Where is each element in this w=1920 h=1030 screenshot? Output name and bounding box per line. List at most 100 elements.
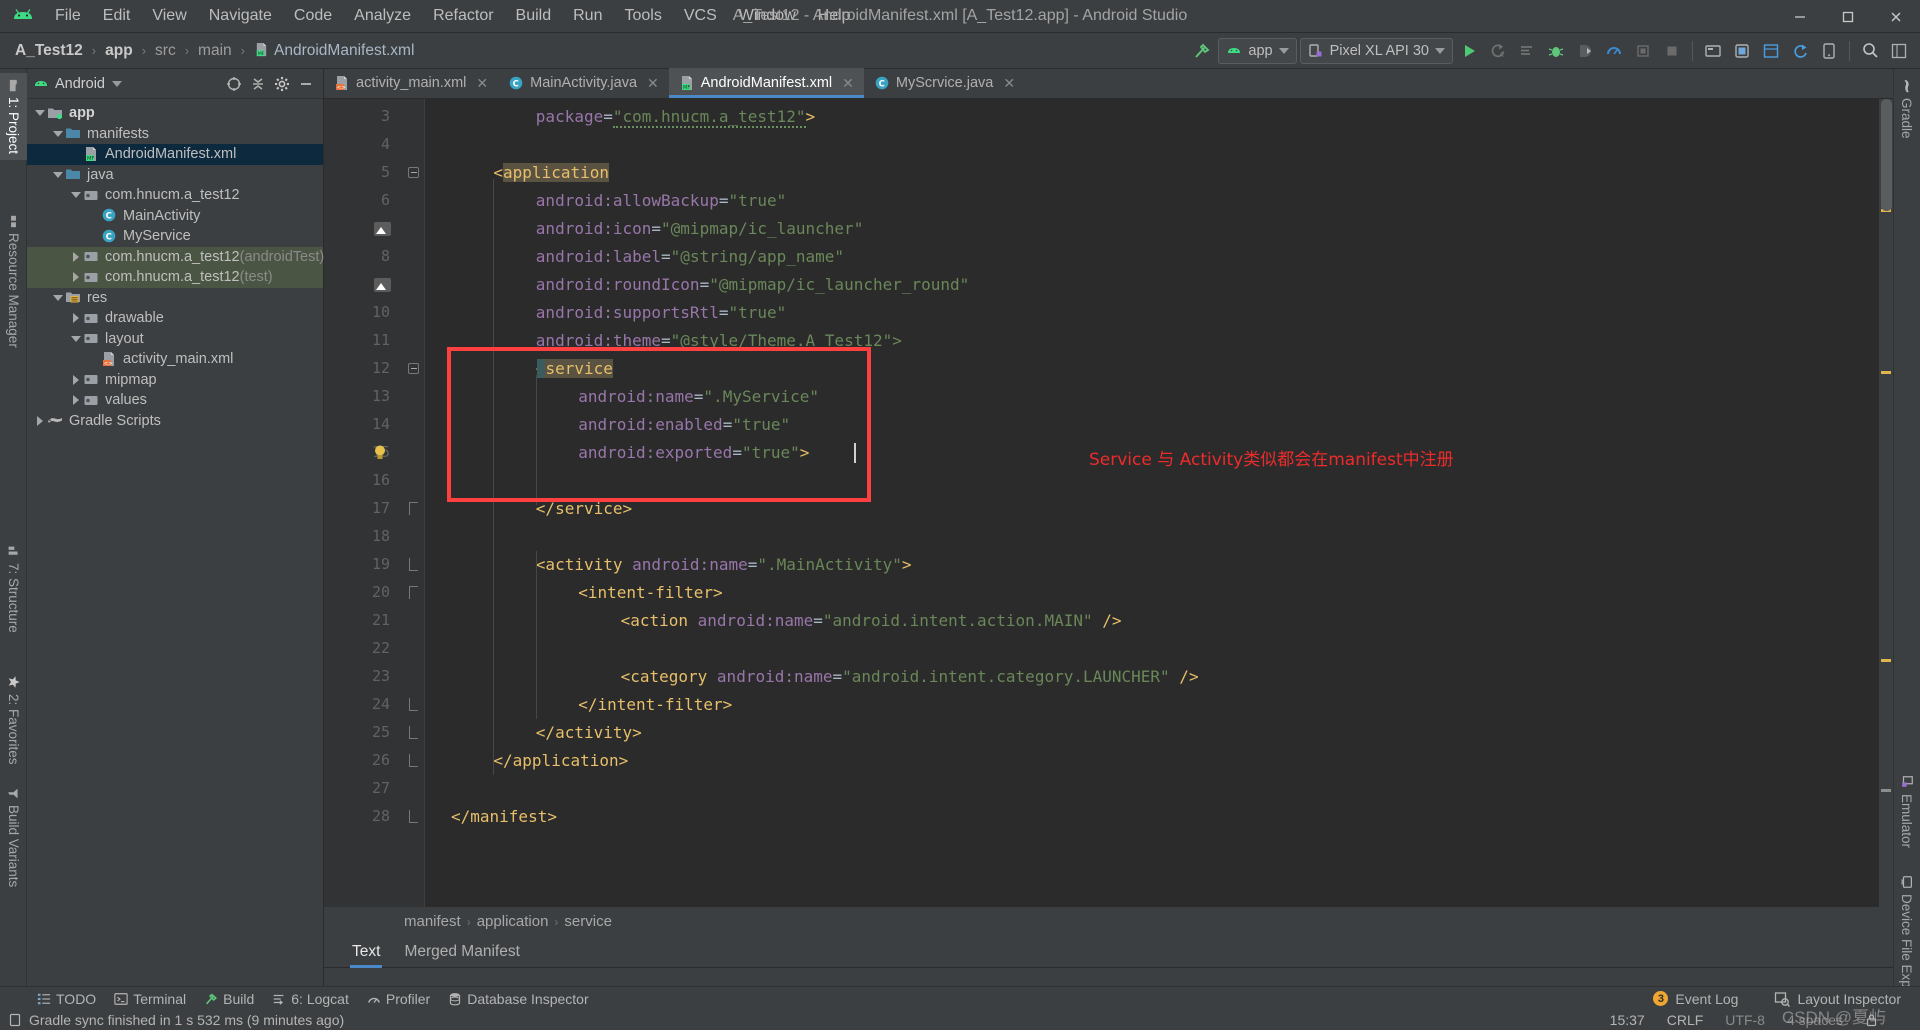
menu-view[interactable]: View — [141, 4, 197, 28]
run-button[interactable] — [1456, 38, 1482, 64]
tree-node-layout[interactable]: layout — [27, 329, 323, 350]
tool-window-tab-gradle[interactable]: Gradle — [1893, 73, 1920, 145]
tree-node-drawable[interactable]: drawable — [27, 308, 323, 329]
bottom-tool-database-inspector[interactable]: Database Inspector — [439, 989, 597, 1009]
editor-view-tab-merged-manifest[interactable]: Merged Manifest — [404, 936, 519, 968]
code-fold-region-marker[interactable] — [409, 558, 418, 571]
gutter-image-preview-icon[interactable] — [374, 278, 391, 292]
breadcrumb-item-app[interactable]: app — [100, 40, 138, 62]
chevron-right-icon[interactable] — [69, 373, 83, 387]
code-line[interactable]: <intent-filter> — [578, 579, 723, 607]
bottom-tool-6--logcat[interactable]: 6: Logcat — [263, 989, 358, 1009]
event-log-button[interactable]: 3 Event Log — [1644, 989, 1747, 1009]
menu-analyze[interactable]: Analyze — [343, 4, 422, 28]
tree-node-com-hnucm-a-test12[interactable]: com.hnucm.a_test12 (test) — [27, 267, 323, 288]
tree-node-com-hnucm-a-test12[interactable]: com.hnucm.a_test12 (androidTest) — [27, 246, 324, 267]
chevron-down-icon[interactable] — [51, 291, 65, 305]
info-marker[interactable] — [1881, 789, 1891, 792]
code-line[interactable]: android:supportsRtl="true" — [536, 299, 786, 327]
gutter-image-preview-icon[interactable] — [374, 222, 391, 236]
intention-bulb-icon[interactable] — [373, 444, 386, 460]
code-fold-region-marker[interactable] — [409, 754, 418, 767]
code-fold-region-marker[interactable] — [409, 586, 418, 599]
gear-icon[interactable] — [271, 73, 293, 95]
tree-node-com-hnucm-a-test12[interactable]: com.hnucm.a_test12 — [27, 185, 323, 206]
chevron-down-icon[interactable] — [111, 80, 122, 87]
code-line[interactable]: <activity android:name=".MainActivity"> — [536, 551, 912, 579]
editor-code-area[interactable]: package="com.hnucm.a_test12"> <applicatio… — [425, 99, 1893, 907]
chevron-right-icon[interactable] — [69, 270, 83, 284]
code-line[interactable]: android:icon="@mipmap/ic_launcher" — [536, 215, 864, 243]
code-line[interactable]: </application> — [493, 747, 628, 775]
editor-breadcrumb-application[interactable]: application — [477, 913, 549, 930]
file-encoding[interactable]: UTF-8 — [1725, 1012, 1765, 1028]
code-line[interactable]: android:enabled="true" — [578, 411, 790, 439]
code-line[interactable]: android:name=".MyService" — [578, 383, 819, 411]
tree-node-activity-main-xml[interactable]: <> activity_main.xml — [27, 349, 323, 370]
code-line[interactable]: package="com.hnucm.a_test12"> — [536, 103, 815, 131]
tool-window-tab-1--project[interactable]: 1: Project — [0, 73, 27, 161]
chevron-down-icon[interactable] — [33, 106, 47, 120]
chevron-right-icon[interactable] — [69, 393, 83, 407]
menu-vcs[interactable]: VCS — [673, 4, 728, 28]
close-icon[interactable]: ✕ — [842, 75, 854, 92]
menu-navigate[interactable]: Navigate — [198, 4, 283, 28]
search-icon[interactable] — [1857, 38, 1883, 64]
tree-node-res[interactable]: res — [27, 288, 323, 309]
editor-breadcrumb[interactable]: manifest › application › service — [324, 907, 1893, 936]
profiler-icon[interactable] — [1601, 38, 1627, 64]
editor-marker-strip[interactable] — [1879, 99, 1893, 907]
chevron-down-icon[interactable] — [69, 332, 83, 346]
sdk-manager-icon[interactable] — [1700, 38, 1726, 64]
caret-position[interactable]: 15:37 — [1610, 1012, 1645, 1028]
layout-inspector-icon[interactable] — [1758, 38, 1784, 64]
tree-node-androidmanifest-xml[interactable]: MF AndroidManifest.xml — [27, 144, 323, 165]
chevron-right-icon[interactable] — [69, 311, 83, 325]
editor-breadcrumb-manifest[interactable]: manifest — [404, 913, 461, 930]
apply-code-changes-icon[interactable] — [1514, 38, 1540, 64]
menu-file[interactable]: File — [44, 4, 92, 28]
tree-node-mainactivity[interactable]: C MainActivity — [27, 206, 323, 227]
code-line[interactable]: </intent-filter> — [578, 691, 732, 719]
menu-bar[interactable]: File Edit View Navigate Code Analyze Refactor B… — [44, 4, 862, 28]
menu-tools[interactable]: Tools — [613, 4, 672, 28]
gradle-sync-icon[interactable] — [1787, 38, 1813, 64]
warning-marker[interactable] — [1881, 659, 1891, 662]
breadcrumb-item-main[interactable]: main — [193, 40, 237, 62]
code-fold-region-marker[interactable] — [409, 698, 418, 711]
breadcrumb-item-androidmanifest-xml[interactable]: MF AndroidManifest.xml — [249, 40, 419, 62]
editor-tabs[interactable]: <> activity_main.xml ✕ C MainActivity.java ✕ M… — [324, 68, 1893, 99]
chevron-right-icon[interactable] — [33, 414, 47, 428]
menu-code[interactable]: Code — [283, 4, 343, 28]
project-tree[interactable]: app manifests MF AndroidManifest.xml java com… — [27, 99, 324, 432]
module-selector[interactable]: app — [1218, 37, 1297, 64]
code-line[interactable]: <action android:name="android.intent.act… — [621, 607, 1122, 635]
tree-node-java[interactable]: java — [27, 165, 323, 186]
menu-build[interactable]: Build — [505, 4, 563, 28]
tree-node-manifests[interactable]: manifests — [27, 124, 323, 145]
editor-view-tabs[interactable]: Text Merged Manifest — [324, 936, 1893, 968]
tool-window-tab-emulator[interactable]: Emulator — [1893, 769, 1920, 854]
code-fold-region-marker[interactable] — [409, 726, 418, 739]
warning-marker[interactable] — [1881, 371, 1891, 374]
avd-manager-icon[interactable] — [1729, 38, 1755, 64]
minimize-icon[interactable] — [295, 73, 317, 95]
chevron-down-icon[interactable] — [51, 168, 65, 182]
code-line[interactable]: android:roundIcon="@mipmap/ic_launcher_r… — [536, 271, 970, 299]
stop-button[interactable] — [1659, 38, 1685, 64]
bottom-tool-terminal[interactable]: Terminal — [105, 989, 195, 1009]
tree-node-mipmap[interactable]: mipmap — [27, 370, 323, 391]
editor-tab-activity-main-xml[interactable]: <> activity_main.xml ✕ — [324, 68, 498, 98]
debug-button[interactable] — [1543, 38, 1569, 64]
chevron-right-icon[interactable] — [69, 250, 83, 264]
editor-tab-myscrvice-java[interactable]: C MyScrvice.java ✕ — [864, 68, 1025, 98]
editor-breadcrumb-service[interactable]: service — [564, 913, 612, 930]
tree-node-gradle-scripts[interactable]: Gradle Scripts — [27, 411, 323, 432]
editor-scrollbar-thumb[interactable] — [1881, 99, 1892, 211]
menu-refactor[interactable]: Refactor — [422, 4, 504, 28]
menu-run[interactable]: Run — [562, 4, 613, 28]
code-line[interactable]: </service> — [536, 495, 632, 523]
code-line[interactable]: <service — [536, 355, 613, 383]
menu-edit[interactable]: Edit — [92, 4, 142, 28]
code-line[interactable]: android:allowBackup="true" — [536, 187, 786, 215]
